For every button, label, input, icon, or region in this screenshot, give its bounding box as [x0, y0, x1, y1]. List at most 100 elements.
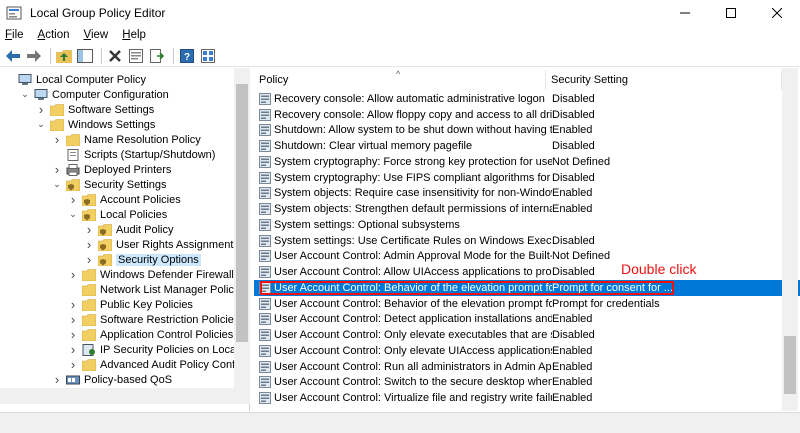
- close-button[interactable]: [754, 0, 800, 26]
- list-item[interactable]: User Account Control: Switch to the secu…: [254, 375, 800, 391]
- list-vertical-scrollbar[interactable]: [782, 68, 798, 411]
- list-item[interactable]: System objects: Require case insensitivi…: [254, 186, 800, 202]
- tree-item[interactable]: ⌄ Windows Settings: [36, 117, 155, 132]
- properties-button[interactable]: [127, 47, 145, 65]
- list-item[interactable]: Recovery console: Allow floppy copy and …: [254, 107, 800, 123]
- policy-name: System settings: Use Certificate Rules o…: [274, 234, 552, 247]
- tree-item[interactable]: › Application Control Policies: [68, 327, 233, 342]
- forward-arrow-icon: [27, 49, 41, 62]
- tree-item[interactable]: › Policy-based QoS: [52, 372, 172, 387]
- forward-button[interactable]: [25, 47, 43, 65]
- list-item[interactable]: User Account Control: Allow UIAccess app…: [254, 264, 800, 280]
- tree-item-label: IP Security Policies on Local Comp: [100, 343, 249, 356]
- tree-item[interactable]: › Windows Defender Firewall with A: [68, 267, 249, 282]
- tree-item[interactable]: ⌄ Computer Configuration: [20, 87, 169, 102]
- chevron-down-icon[interactable]: ⌄: [68, 209, 78, 220]
- chevron-right-icon[interactable]: ›: [68, 297, 78, 312]
- list-item[interactable]: User Account Control: Behavior of the el…: [254, 296, 800, 312]
- annotation-highlight-box: [260, 281, 674, 295]
- chevron-right-icon[interactable]: ›: [84, 237, 94, 252]
- tree-item[interactable]: Network List Manager Policies: [68, 282, 248, 297]
- delete-button[interactable]: [106, 47, 124, 65]
- policy-name: User Account Control: Behavior of the el…: [274, 297, 552, 310]
- policy-name: System settings: Optional subsystems: [274, 218, 460, 231]
- chevron-right-icon[interactable]: ›: [68, 192, 78, 207]
- console-tree-icon: [77, 48, 93, 63]
- chevron-right-icon[interactable]: ›: [52, 372, 62, 387]
- chevron-right-icon[interactable]: ›: [36, 102, 46, 117]
- list-item[interactable]: User Account Control: Virtualize file an…: [254, 390, 800, 406]
- chevron-down-icon[interactable]: ⌄: [52, 179, 62, 190]
- tree-item[interactable]: › Name Resolution Policy: [52, 132, 201, 147]
- menu-view[interactable]: View: [84, 29, 109, 41]
- security-setting-value: Prompt for credentials: [552, 297, 660, 310]
- folder-icon: [49, 118, 65, 131]
- chevron-right-icon[interactable]: ›: [68, 342, 78, 357]
- tree-horizontal-scrollbar[interactable]: [0, 388, 250, 404]
- folder-icon: [81, 358, 97, 371]
- chevron-right-icon[interactable]: ›: [84, 222, 94, 237]
- tree-item[interactable]: › Software Settings: [36, 102, 154, 117]
- maximize-button[interactable]: [708, 0, 754, 26]
- menu-file[interactable]: File: [5, 29, 24, 41]
- column-header-policy-label: Policy: [259, 74, 289, 86]
- list-item[interactable]: Shutdown: Clear virtual memory pagefile D…: [254, 138, 800, 154]
- tree-item[interactable]: Scripts (Startup/Shutdown): [52, 147, 215, 162]
- tree-item[interactable]: › IP Security Policies on Local Comp: [68, 342, 249, 357]
- menu-action[interactable]: Action: [38, 29, 70, 41]
- tree-item[interactable]: › Advanced Audit Policy Configurat: [68, 357, 249, 372]
- view-button[interactable]: [199, 47, 217, 65]
- tree-item[interactable]: › Deployed Printers: [52, 162, 172, 177]
- tree-item[interactable]: › Security Options: [84, 252, 201, 267]
- policy-setting-icon: [259, 218, 271, 231]
- tree-item[interactable]: › Software Restriction Policies: [68, 312, 240, 327]
- script-icon: [66, 148, 80, 161]
- chevron-right-icon[interactable]: ›: [68, 327, 78, 342]
- policy-setting-icon: [259, 234, 271, 247]
- tree-item[interactable]: Local Computer Policy: [4, 72, 146, 87]
- chevron-right-icon[interactable]: ›: [68, 267, 78, 282]
- tree-item[interactable]: › User Rights Assignment: [84, 237, 234, 252]
- list-item[interactable]: System objects: Strengthen default permi…: [254, 201, 800, 217]
- tree-scroll-thumb[interactable]: [236, 84, 248, 342]
- chevron-down-icon[interactable]: ⌄: [36, 119, 46, 130]
- list-item[interactable]: System cryptography: Force strong key pr…: [254, 154, 800, 170]
- security-folder-icon: [81, 193, 97, 206]
- help-button[interactable]: ?: [178, 47, 196, 65]
- list-item[interactable]: User Account Control: Admin Approval Mod…: [254, 249, 800, 265]
- list-item[interactable]: Recovery console: Allow automatic admini…: [254, 91, 800, 107]
- list-item[interactable]: System settings: Optional subsystems: [254, 217, 800, 233]
- column-header-security-setting[interactable]: Security Setting: [546, 70, 782, 90]
- policy-name: Shutdown: Allow system to be shut down w…: [274, 124, 552, 137]
- security-folder-icon: [81, 208, 97, 221]
- menu-help[interactable]: Help: [122, 29, 146, 41]
- list-scroll-thumb[interactable]: [784, 336, 796, 394]
- tree-item[interactable]: › Audit Policy: [84, 222, 174, 237]
- list-item[interactable]: User Account Control: Detect application…: [254, 312, 800, 328]
- chevron-right-icon[interactable]: ›: [52, 162, 62, 177]
- back-button[interactable]: [4, 47, 22, 65]
- tree-item[interactable]: ⌄ Local Policies: [68, 207, 167, 222]
- tree-item[interactable]: › Account Policies: [68, 192, 181, 207]
- chevron-right-icon[interactable]: ›: [68, 312, 78, 327]
- minimize-button[interactable]: [662, 0, 708, 26]
- tree-item[interactable]: ⌄ Security Settings: [52, 177, 167, 192]
- list-item[interactable]: System settings: Use Certificate Rules o…: [254, 233, 800, 249]
- chevron-right-icon[interactable]: ›: [84, 252, 94, 267]
- tree-item[interactable]: › Public Key Policies: [68, 297, 193, 312]
- show-hide-tree-button[interactable]: [76, 47, 94, 65]
- list-item[interactable]: User Account Control: Only elevate UIAcc…: [254, 343, 800, 359]
- list-item[interactable]: User Account Control: Only elevate execu…: [254, 327, 800, 343]
- policy-setting-icon: [259, 376, 271, 389]
- chevron-down-icon[interactable]: ⌄: [20, 89, 30, 100]
- list-item[interactable]: Shutdown: Allow system to be shut down w…: [254, 123, 800, 139]
- chevron-right-icon[interactable]: ›: [68, 357, 78, 372]
- list-item[interactable]: User Account Control: Run all administra…: [254, 359, 800, 375]
- export-list-button[interactable]: [148, 47, 166, 65]
- tree-vertical-scrollbar[interactable]: [234, 68, 250, 388]
- up-one-level-button[interactable]: [55, 47, 73, 65]
- chevron-right-icon[interactable]: ›: [52, 132, 62, 147]
- list-item[interactable]: System cryptography: Use FIPS compliant …: [254, 170, 800, 186]
- policy-name: System objects: Strengthen default permi…: [274, 203, 552, 215]
